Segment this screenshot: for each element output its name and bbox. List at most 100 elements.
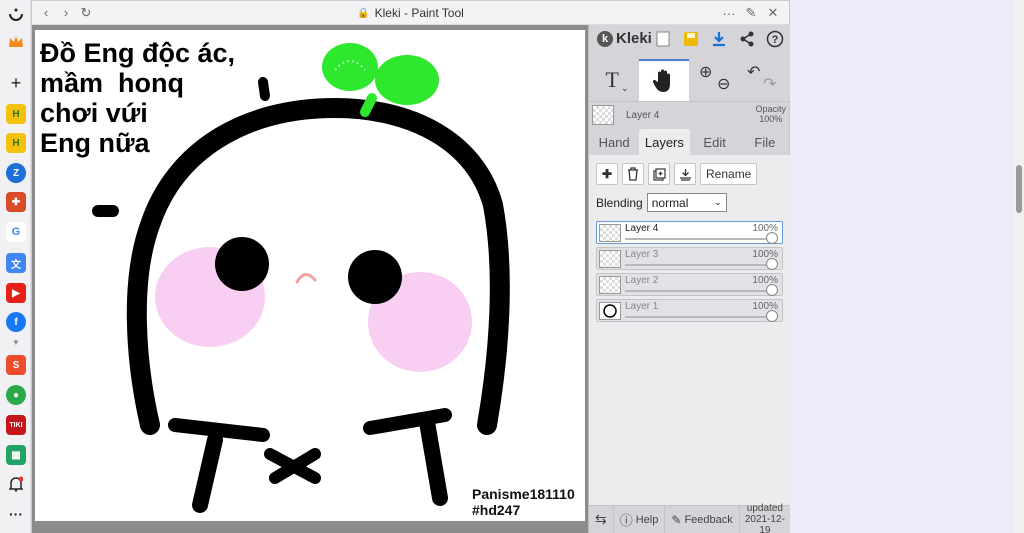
- help-label: Help: [635, 513, 659, 526]
- tab-hand[interactable]: Hand: [589, 129, 639, 155]
- chat-app-icon[interactable]: ●: [6, 385, 26, 405]
- back-icon[interactable]: ‹: [36, 3, 56, 23]
- layer-actions: ✚ Rename: [596, 163, 758, 185]
- undo-icon[interactable]: ↶: [747, 62, 760, 82]
- add-panel-icon[interactable]: +: [6, 73, 26, 93]
- window-title-wrap: 🔒 Kleki - Paint Tool: [32, 1, 789, 25]
- help-button[interactable]: ⓘ Help: [614, 505, 666, 533]
- close-icon[interactable]: ✕: [763, 3, 783, 23]
- feedback-button[interactable]: ✎ Feedback: [665, 505, 740, 533]
- crown-icon[interactable]: [6, 32, 26, 52]
- zoom-in-icon[interactable]: ⊕: [699, 62, 712, 82]
- layer-opacity-track: [625, 290, 776, 292]
- title-bar: ‹ › ↻ 🔒 Kleki - Paint Tool ··· ✎ ✕: [32, 1, 789, 25]
- menu-dots-icon[interactable]: ···: [719, 3, 739, 23]
- zoom-out-icon[interactable]: ⊖: [717, 74, 730, 94]
- layer-row[interactable]: Layer 2 100%: [596, 273, 783, 296]
- page-scrollbar[interactable]: [1014, 0, 1024, 533]
- left-arm: [168, 418, 270, 442]
- layer-row[interactable]: Layer 3 100%: [596, 247, 783, 270]
- new-document-icon[interactable]: [653, 29, 673, 49]
- watermark-line: Panisme181110: [472, 486, 575, 502]
- browser-logo-icon[interactable]: [6, 4, 26, 24]
- canvas-area: Đồ Eng độc ác, mầm honq chơi vứi Eng nữa…: [32, 25, 588, 533]
- rename-button[interactable]: Rename: [700, 163, 758, 185]
- zalo-icon[interactable]: Z: [6, 163, 26, 183]
- layer-row[interactable]: Layer 1 100%: [596, 299, 783, 322]
- blending-value: normal: [651, 195, 689, 210]
- caption-line: Đồ Eng độc ác,: [40, 38, 236, 68]
- layer-thumbnail: [599, 224, 621, 242]
- layer-row[interactable]: Layer 4 100%: [596, 221, 783, 244]
- trash-icon: [628, 167, 638, 181]
- layer-opacity-slider[interactable]: [766, 284, 778, 296]
- redo-icon[interactable]: ↷: [763, 74, 776, 94]
- facebook-icon[interactable]: f: [6, 312, 26, 332]
- h-app-icon[interactable]: H: [6, 104, 26, 124]
- brand-name: Kleki: [616, 30, 652, 47]
- history-controls: ↶ ↷: [741, 59, 785, 101]
- translate-icon[interactable]: 文: [6, 253, 26, 273]
- feedback-icon: ✎: [671, 512, 682, 527]
- layer-opacity-slider[interactable]: [766, 232, 778, 244]
- scrollbar-thumb[interactable]: [1016, 165, 1022, 213]
- sprout-stem: [360, 93, 377, 117]
- screen: + H H Z ✚ G 文 ▶ f ▼ S ● TIKI ▦ ··· ‹ › ↻…: [0, 0, 1024, 533]
- lock-icon: 🔒: [357, 7, 370, 19]
- save-icon[interactable]: [681, 29, 701, 49]
- add-layer-button[interactable]: ✚: [596, 163, 618, 185]
- h-app-icon-2[interactable]: H: [6, 133, 26, 153]
- download-icon[interactable]: [709, 29, 729, 49]
- tab-layers[interactable]: Layers: [639, 129, 690, 155]
- swap-icon: ⇆: [595, 511, 607, 527]
- window-title: Kleki - Paint Tool: [374, 6, 464, 20]
- youtube-icon[interactable]: ▶: [6, 283, 26, 303]
- forward-icon[interactable]: ›: [56, 3, 76, 23]
- layer-opacity-track: [625, 238, 776, 240]
- pin-icon[interactable]: ✎: [741, 3, 761, 23]
- layers-panel: ✚ Rename Blending normal ⌄ Layer 4 100% …: [589, 155, 790, 505]
- caption-line: chơi vứi: [40, 98, 148, 128]
- chevron-down-icon[interactable]: ▼: [6, 332, 26, 352]
- caption-line: mầm honq: [40, 68, 185, 98]
- sheets-icon[interactable]: ▦: [6, 445, 26, 465]
- duplicate-icon: [652, 167, 666, 181]
- window-controls: ··· ✎ ✕: [719, 3, 783, 23]
- text-tool-icon[interactable]: T ⌄: [597, 59, 637, 101]
- delete-layer-button[interactable]: [622, 163, 644, 185]
- help-circle-icon[interactable]: ?: [765, 29, 785, 49]
- left-leg: [192, 432, 223, 513]
- tab-file[interactable]: File: [740, 129, 790, 155]
- sprout-leaf-left: [322, 43, 378, 91]
- reload-icon[interactable]: ↻: [76, 3, 96, 23]
- shield-app-icon[interactable]: ✚: [6, 192, 26, 212]
- chevron-down-icon: ⌄: [714, 197, 722, 207]
- blending-select[interactable]: normal ⌄: [646, 193, 727, 212]
- swap-button[interactable]: ⇆: [589, 505, 614, 533]
- tab-edit[interactable]: Edit: [690, 129, 740, 155]
- duplicate-layer-button[interactable]: [648, 163, 670, 185]
- blending-row: Blending normal ⌄: [596, 193, 727, 212]
- bell-icon[interactable]: [6, 474, 26, 494]
- drawing-canvas[interactable]: Đồ Eng độc ác, mầm honq chơi vứi Eng nữa…: [35, 30, 585, 521]
- hand-tool-icon[interactable]: [639, 59, 689, 101]
- more-icon[interactable]: ···: [6, 504, 26, 524]
- layer-name: Layer 2: [625, 275, 659, 286]
- google-icon[interactable]: G: [6, 222, 26, 242]
- plus-icon: ✚: [601, 167, 613, 181]
- svg-text:?: ?: [772, 34, 779, 46]
- merge-down-icon: [679, 168, 691, 181]
- kleki-window: ‹ › ↻ 🔒 Kleki - Paint Tool ··· ✎ ✕ Đồ En…: [31, 0, 790, 533]
- zoom-controls: ⊕ ⊖: [695, 59, 735, 101]
- layer-opacity-slider[interactable]: [766, 258, 778, 270]
- kleki-logo[interactable]: k Kleki: [597, 30, 652, 47]
- layer-opacity-slider[interactable]: [766, 310, 778, 322]
- updated-date: 2021-12-19: [744, 514, 785, 533]
- layer-name: Layer 1: [625, 301, 659, 312]
- share-icon[interactable]: [737, 29, 757, 49]
- caption-line: Eng nữa: [40, 128, 150, 158]
- tools-row: T ⌄ ⊕ ⊖ ↶ ↷: [589, 59, 790, 101]
- shopee-icon[interactable]: S: [6, 355, 26, 375]
- merge-down-button[interactable]: [674, 163, 696, 185]
- tiki-icon[interactable]: TIKI: [6, 415, 26, 435]
